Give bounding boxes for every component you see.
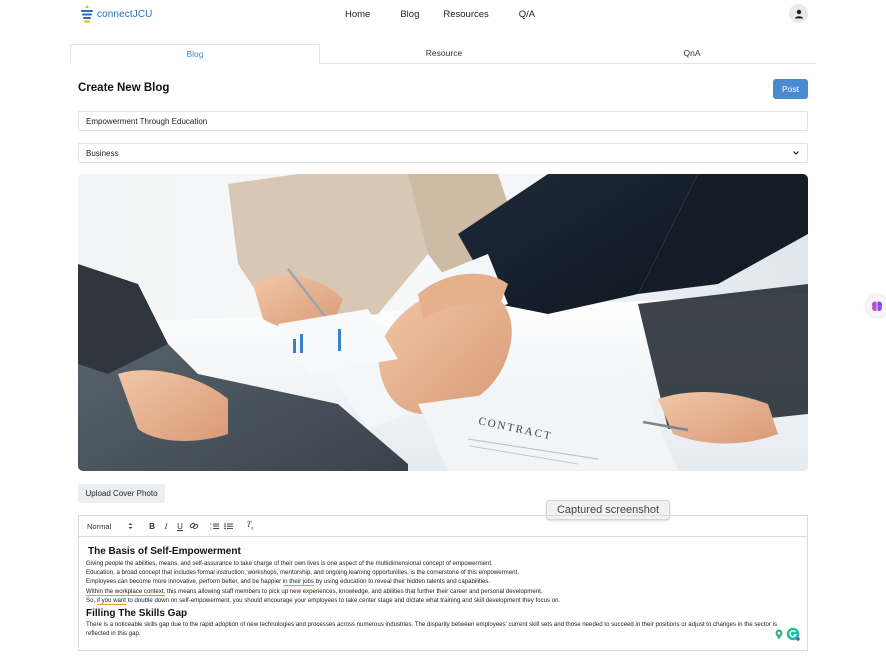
- ordered-list-icon[interactable]: 1 2: [208, 522, 222, 530]
- grammar-flag[interactable]: Within the workplace context,: [86, 587, 166, 596]
- content-heading-2: Filling The Skills Gap: [86, 608, 188, 620]
- format-select-value: Normal: [87, 521, 112, 531]
- brand-logo-icon: [81, 5, 93, 23]
- grammar-assistant[interactable]: [775, 627, 800, 641]
- rich-text-editor: Normal B I U 1 2 Tx The Basis of Self-Em…: [78, 515, 808, 651]
- editor-content[interactable]: The Basis of Self-Empowerment Giving peo…: [79, 537, 807, 638]
- content-type-tabs: Blog Resource QnA: [70, 44, 816, 64]
- bullet-list-icon[interactable]: [222, 522, 236, 530]
- tab-resource[interactable]: Resource: [320, 44, 568, 63]
- content-heading-1: The Basis of Self-Empowerment: [88, 546, 241, 557]
- format-select[interactable]: Normal: [87, 522, 133, 531]
- category-selected-value: Business: [86, 148, 119, 158]
- main-nav: Home Blog Resources Q/A: [345, 9, 565, 20]
- category-select[interactable]: Business: [78, 143, 808, 163]
- page-title: Create New Blog: [78, 82, 170, 94]
- underline-icon[interactable]: U: [173, 522, 187, 531]
- content-line-5-part-b: to double down on self-empowerment, you …: [125, 596, 561, 604]
- user-icon: [794, 9, 803, 18]
- nav-qa[interactable]: Q/A: [519, 9, 535, 20]
- editor-toolbar: Normal B I U 1 2 Tx: [79, 516, 807, 537]
- content-line-5: So, if you want to double down on self-e…: [86, 596, 799, 605]
- bold-icon[interactable]: B: [145, 522, 159, 531]
- tab-blog[interactable]: Blog: [70, 44, 320, 64]
- post-button[interactable]: Post: [773, 79, 808, 99]
- content-line-4-part-b: this means allowing staff members to pic…: [165, 587, 543, 595]
- chevron-down-icon: [793, 151, 799, 155]
- svg-text:2: 2: [210, 527, 212, 531]
- user-avatar[interactable]: [789, 4, 808, 23]
- nav-resources[interactable]: Resources: [443, 9, 488, 20]
- location-pin-icon[interactable]: [775, 629, 783, 640]
- content-line-3: Employees can become more innovative, pe…: [86, 577, 799, 587]
- brand-name: connectJCU: [97, 8, 153, 20]
- italic-icon[interactable]: I: [159, 522, 173, 531]
- svg-text:1: 1: [210, 522, 212, 526]
- grammar-flag[interactable]: in their jobs: [282, 578, 314, 587]
- updown-chevron-icon: [128, 523, 133, 529]
- link-icon[interactable]: [187, 522, 201, 530]
- top-header: connectJCU Home Blog Resources Q/A: [0, 0, 886, 30]
- content-paragraph-2: There is a noticeable skills gap due to …: [86, 621, 778, 638]
- nav-blog[interactable]: Blog: [400, 9, 419, 20]
- tab-qna[interactable]: QnA: [568, 44, 816, 63]
- clear-format-icon[interactable]: Tx: [243, 520, 257, 532]
- upload-cover-photo-button[interactable]: Upload Cover Photo: [78, 484, 165, 503]
- content-line-2: Education, a broad concept that includes…: [86, 569, 519, 577]
- nav-home[interactable]: Home: [345, 9, 370, 20]
- brand-logo[interactable]: connectJCU: [80, 4, 152, 24]
- cover-image: CONTRACT: [78, 174, 808, 471]
- grammar-flag[interactable]: if you want: [96, 596, 126, 605]
- floating-extension-button[interactable]: [866, 295, 886, 317]
- brain-icon: [872, 301, 882, 311]
- blog-title-input[interactable]: [78, 111, 808, 131]
- content-line-3-part-a: Employees can become more innovative, pe…: [86, 578, 283, 586]
- content-line-3-part-b: by using education to reveal their hidde…: [313, 578, 491, 586]
- content-line-5-part-a: So,: [86, 596, 97, 604]
- grammarly-icon[interactable]: [786, 627, 800, 641]
- content-line-4: Within the workplace context, this means…: [86, 587, 799, 596]
- content-line-1: Giving people the abilities, means, and …: [86, 560, 493, 567]
